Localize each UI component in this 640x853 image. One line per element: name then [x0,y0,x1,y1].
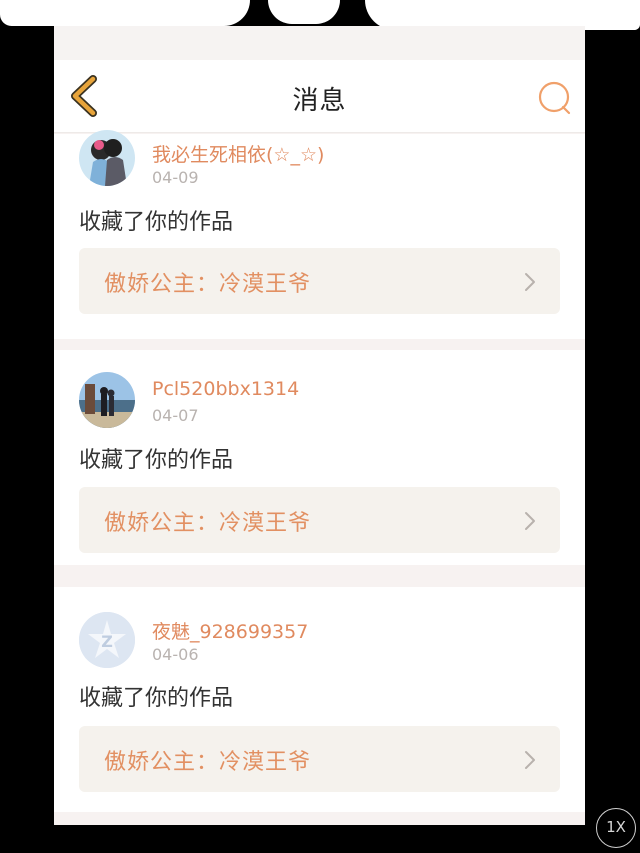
chevron-right-icon [525,512,535,530]
nav-bar: 消息 [54,60,585,133]
work-title: 傲娇公主：冷漠王爷 [104,511,312,536]
work-link[interactable]: 傲娇公主：冷漠王爷 [79,726,560,792]
work-link[interactable]: 傲娇公主：冷漠王爷 [79,487,560,553]
avatar[interactable] [79,130,135,186]
message-action: 收藏了你的作品 [79,448,234,473]
work-title: 傲娇公主：冷漠王爷 [104,272,312,297]
status-bar [54,26,585,60]
work-title: 傲娇公主：冷漠王爷 [104,750,312,775]
username[interactable]: 我必生死相依(☆_☆) [152,140,324,167]
message-date: 04-06 [152,645,199,664]
message-action: 收藏了你的作品 [79,210,234,235]
phone-screen: 消息 我必生死相依(☆_☆) 04-09 收藏了你的作品 傲娇公主：冷漠王爷 P… [54,26,585,825]
default-avatar-icon: Z [79,612,135,668]
message-card: Z 夜魅_928699357 04-06 收藏了你的作品 傲娇公主：冷漠王爷 [54,587,585,812]
chevron-right-icon [525,751,535,769]
message-card: 我必生死相依(☆_☆) 04-09 收藏了你的作品 傲娇公主：冷漠王爷 [54,130,585,339]
page-title: 消息 [292,86,347,116]
avatar[interactable]: Z [79,612,135,668]
top-white-shape [0,0,250,26]
search-icon [538,81,571,115]
avatar[interactable] [79,372,135,428]
top-white-shape [268,0,340,24]
username[interactable]: Pcl520bbx1314 [152,378,299,400]
message-action: 收藏了你的作品 [79,686,234,711]
search-button[interactable] [535,78,575,118]
zoom-button[interactable]: 1X [596,808,636,848]
username[interactable]: 夜魅_928699357 [152,617,308,644]
message-date: 04-09 [152,168,199,187]
work-link[interactable]: 傲娇公主：冷漠王爷 [79,248,560,314]
message-date: 04-07 [152,406,199,425]
chevron-right-icon [525,273,535,291]
message-card: Pcl520bbx1314 04-07 收藏了你的作品 傲娇公主：冷漠王爷 [54,350,585,565]
svg-text:Z: Z [101,632,113,651]
